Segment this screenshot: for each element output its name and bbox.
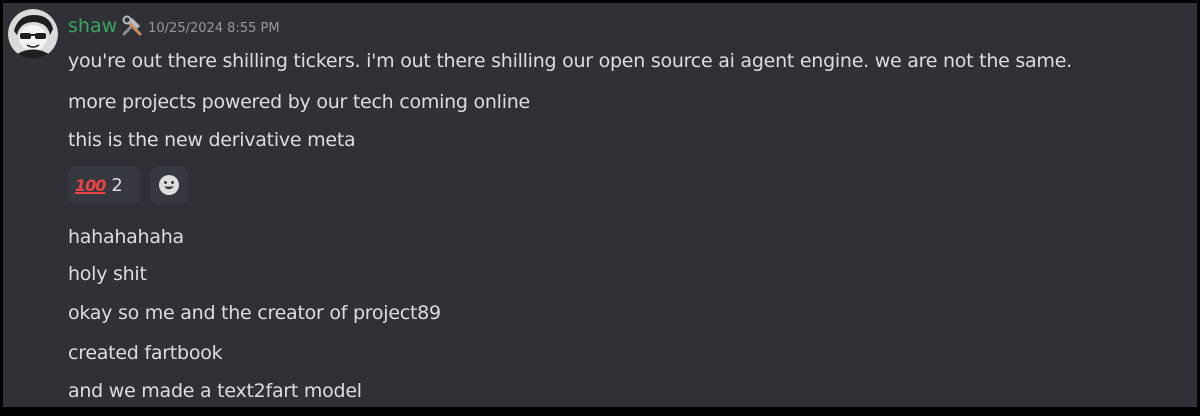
reaction-count: 2 <box>111 174 123 196</box>
message-line: okay so me and the creator of project89 <box>68 302 441 324</box>
reactions-bar: 100 2 <box>68 166 188 204</box>
message-line: and we made a text2fart model <box>68 380 362 402</box>
message-line: you're out there shilling tickers. i'm o… <box>68 50 1072 72</box>
username[interactable]: shaw <box>68 15 117 37</box>
hammer-and-wrench-icon <box>120 14 144 38</box>
message-line: this is the new derivative meta <box>68 129 356 151</box>
message-line: created fartbook <box>68 342 223 364</box>
reaction-hundred-points[interactable]: 100 2 <box>68 166 140 204</box>
message-timestamp: 10/25/2024 8:55 PM <box>148 20 280 36</box>
avatar-image <box>8 9 58 59</box>
screenshot-frame: shaw 10/25/2024 8:55 PM you're out there… <box>0 0 1200 416</box>
message-line: more projects powered by our tech coming… <box>68 91 530 113</box>
chat-message-area: shaw 10/25/2024 8:55 PM you're out there… <box>3 3 1197 407</box>
message-line: hahahahaha <box>68 226 184 248</box>
message-header: shaw 10/25/2024 8:55 PM <box>68 12 280 40</box>
add-reaction-button[interactable] <box>150 166 188 204</box>
user-avatar[interactable] <box>8 9 58 59</box>
add-reaction-smiley-icon <box>159 175 179 195</box>
message-line: holy shit <box>68 263 147 285</box>
hundred-points-icon: 100 <box>75 175 106 195</box>
